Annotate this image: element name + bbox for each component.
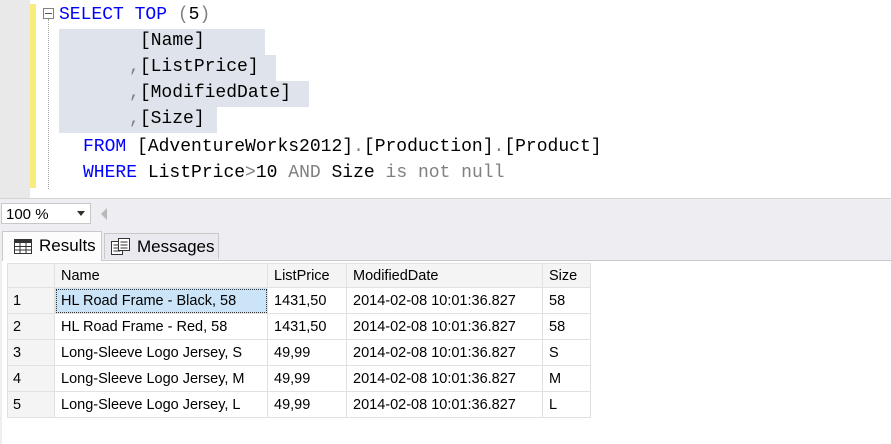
cell-size[interactable]: L (542, 391, 591, 418)
code-line-6: FROM [AdventureWorks2012].[Production].[… (83, 137, 602, 157)
scroll-left-icon[interactable] (101, 208, 107, 220)
zoom-bar: 100 % (0, 198, 891, 229)
results-grid-area: Name ListPrice ModifiedDate Size 1 HL Ro… (2, 260, 891, 444)
column-header-name[interactable]: Name (54, 263, 268, 288)
zoom-dropdown[interactable]: 100 % (1, 203, 91, 224)
results-pane: Results Messages Name ListPrice Modified… (0, 229, 891, 444)
results-grid: Name ListPrice ModifiedDate Size 1 HL Ro… (7, 263, 591, 418)
collapse-icon[interactable] (43, 8, 54, 19)
grid-header-row: Name ListPrice ModifiedDate Size (7, 263, 591, 288)
editor-gutter (0, 0, 30, 198)
column-header-listprice[interactable]: ListPrice (267, 263, 347, 288)
cell-listprice[interactable]: 1431,50 (267, 313, 347, 340)
cell-size[interactable]: S (542, 339, 591, 366)
cell-listprice[interactable]: 49,99 (267, 339, 347, 366)
row-number-header[interactable] (7, 263, 55, 288)
table-row: 3 Long-Sleeve Logo Jersey, S 49,99 2014-… (7, 339, 591, 366)
grid-icon (14, 239, 32, 254)
tab-messages[interactable]: Messages (104, 233, 219, 259)
cell-size[interactable]: 58 (542, 287, 591, 314)
row-number[interactable]: 1 (7, 287, 55, 314)
chevron-down-icon[interactable] (77, 211, 85, 216)
code-line-7: WHERE ListPrice>10 AND Size is not null (83, 163, 505, 183)
row-number[interactable]: 5 (7, 391, 55, 418)
change-tracking-bar (30, 4, 36, 188)
cell-name[interactable]: Long-Sleeve Logo Jersey, L (54, 391, 268, 418)
cell-modifieddate[interactable]: 2014-02-08 10:01:36.827 (346, 287, 543, 314)
cell-listprice[interactable]: 49,99 (267, 365, 347, 392)
code-line-3: ,[ListPrice] (129, 57, 259, 77)
cell-name[interactable]: HL Road Frame - Red, 58 (54, 313, 268, 340)
cell-name[interactable]: Long-Sleeve Logo Jersey, M (54, 365, 268, 392)
row-number[interactable]: 2 (7, 313, 55, 340)
table-row: 4 Long-Sleeve Logo Jersey, M 49,99 2014-… (7, 365, 591, 392)
table-row: 2 HL Road Frame - Red, 58 1431,50 2014-0… (7, 313, 591, 340)
row-number[interactable]: 3 (7, 339, 55, 366)
query-editor[interactable]: SELECT TOP (5) [Name] ,[ListPrice] ,[Mod… (0, 0, 891, 198)
tab-results-label: Results (39, 236, 96, 255)
cell-listprice[interactable]: 1431,50 (267, 287, 347, 314)
tab-results[interactable]: Results (2, 231, 102, 261)
code-line-1: SELECT TOP (5) (59, 5, 211, 25)
code-line-4: ,[ModifiedDate] (129, 83, 292, 103)
table-row: 5 Long-Sleeve Logo Jersey, L 49,99 2014-… (7, 391, 591, 418)
cell-size[interactable]: M (542, 365, 591, 392)
column-header-modifieddate[interactable]: ModifiedDate (346, 263, 543, 288)
row-number[interactable]: 4 (7, 365, 55, 392)
outline-line (48, 19, 50, 189)
table-row: 1 HL Road Frame - Black, 58 1431,50 2014… (7, 287, 591, 314)
messages-icon (111, 238, 130, 255)
code-line-5: ,[Size] (129, 109, 205, 129)
cell-name[interactable]: HL Road Frame - Black, 58 (54, 287, 268, 314)
code-line-2: [Name] (140, 31, 205, 51)
cell-listprice[interactable]: 49,99 (267, 391, 347, 418)
zoom-value: 100 % (6, 206, 49, 223)
cell-modifieddate[interactable]: 2014-02-08 10:01:36.827 (346, 313, 543, 340)
tab-messages-label: Messages (137, 237, 215, 256)
column-header-size[interactable]: Size (542, 263, 591, 288)
cell-modifieddate[interactable]: 2014-02-08 10:01:36.827 (346, 391, 543, 418)
cell-size[interactable]: 58 (542, 313, 591, 340)
cell-modifieddate[interactable]: 2014-02-08 10:01:36.827 (346, 339, 543, 366)
cell-name[interactable]: Long-Sleeve Logo Jersey, S (54, 339, 268, 366)
cell-modifieddate[interactable]: 2014-02-08 10:01:36.827 (346, 365, 543, 392)
